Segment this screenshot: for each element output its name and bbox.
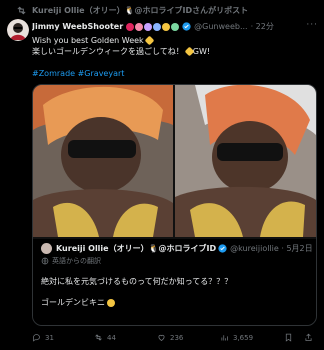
hashtags[interactable]: #Zomrade #Graveyart xyxy=(32,68,124,79)
tweet-line2-tail: GW! xyxy=(192,47,211,56)
photo-1[interactable] xyxy=(33,85,173,237)
smile-emoji-icon xyxy=(107,298,115,307)
repost-count: 44 xyxy=(107,333,116,342)
views-button[interactable]: 3,659 xyxy=(220,333,253,342)
tweet-time[interactable]: · 22分 xyxy=(251,21,274,32)
tweet-text-line1: Wish you best Golden Week xyxy=(32,35,155,46)
quoted-header: Kureiji Ollie（オリー）🐧@ホロライブID @kureijiolli… xyxy=(41,242,313,254)
tweet-card[interactable]: Kureiji Ollie（オリー）🐧@ホロライブIDさんがリポスト Jimmy… xyxy=(0,0,324,350)
share-icon xyxy=(305,333,312,341)
translation-note[interactable]: 英語からの翻訳 xyxy=(41,256,101,266)
tweet-text-line2: 楽しいゴールデンウィークを過ごしてね！ GW! xyxy=(32,46,210,57)
verified-badge-icon xyxy=(182,22,191,31)
bookmark-button[interactable] xyxy=(284,333,297,342)
quoted-author-name[interactable]: Kureiji Ollie（オリー）🐧@ホロライブID xyxy=(56,243,216,254)
verified-badge-icon xyxy=(218,243,227,253)
like-button[interactable]: 236 xyxy=(157,333,183,342)
repost-text: Kureiji Ollie（オリー）🐧@ホロライブIDさんがリポスト xyxy=(32,5,249,15)
author-avatar[interactable] xyxy=(7,19,29,41)
tweet-line1: Wish you best Golden Week xyxy=(32,36,144,45)
reply-icon xyxy=(33,334,40,342)
quoted-author-handle[interactable]: @kureijiollie · 5月2日 xyxy=(230,243,312,254)
reply-button[interactable]: 31 xyxy=(32,333,54,342)
quoted-text-line1: 絶対に私を元気づけるものって何だか知ってる？？？ xyxy=(41,277,233,286)
repost-indicator[interactable]: Kureiji Ollie（オリー）🐧@ホロライブIDさんがリポスト xyxy=(16,3,248,17)
tweet-header: Jimmy WeebShooter @Gunweeb... · 22分 xyxy=(32,20,318,33)
photo-2[interactable] xyxy=(175,85,316,237)
author-handle[interactable]: @Gunweeb... xyxy=(194,22,247,31)
more-options-icon[interactable]: ··· xyxy=(306,20,318,30)
action-bar: 31 44 236 3,659 xyxy=(32,333,322,343)
media-and-quote-container[interactable]: Kureiji Ollie（オリー）🐧@ホロライブID @kureijiolli… xyxy=(32,84,317,326)
repost-icon xyxy=(95,334,102,341)
quoted-author-avatar[interactable] xyxy=(41,242,52,254)
bookmark-icon xyxy=(285,333,292,342)
author-name[interactable]: Jimmy WeebShooter xyxy=(32,22,123,31)
name-emojis xyxy=(126,22,180,31)
repost-button[interactable]: 44 xyxy=(94,333,116,342)
tweet-line2: 楽しいゴールデンウィークを過ごしてね！ xyxy=(32,47,184,56)
translation-label: 英語からの翻訳 xyxy=(52,257,101,265)
quoted-line2: ゴールデンビキニ xyxy=(41,298,105,307)
views-chart-icon xyxy=(221,335,228,341)
globe-icon xyxy=(41,257,49,265)
like-count: 236 xyxy=(170,333,184,342)
view-count: 3,659 xyxy=(233,333,254,342)
repost-icon xyxy=(17,6,26,14)
yellow-heart-icon xyxy=(144,35,155,46)
reply-count: 31 xyxy=(45,333,54,342)
share-button[interactable] xyxy=(304,333,317,342)
heart-icon xyxy=(158,334,165,341)
quoted-text-line2: ゴールデンビキニ xyxy=(41,297,115,308)
quoted-tweet[interactable]: Kureiji Ollie（オリー）🐧@ホロライブID @kureijiolli… xyxy=(33,239,316,325)
